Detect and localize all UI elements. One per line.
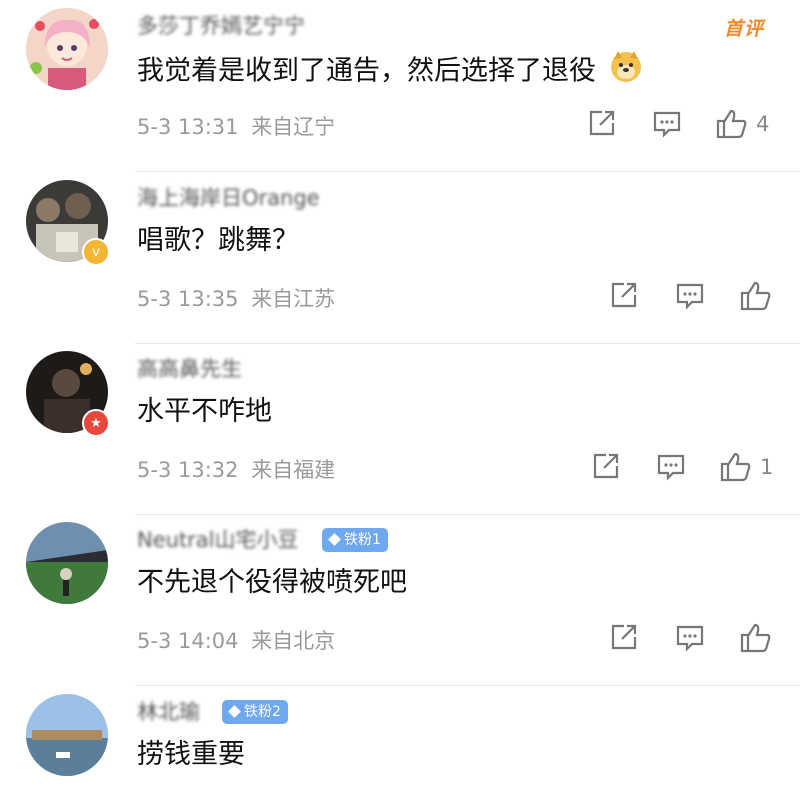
username[interactable]: 海上海岸日Orange [137,184,320,212]
comment-text-body: 我觉着是收到了通告，然后选择了退役 [137,55,596,87]
diamond-icon [228,705,241,718]
diamond-icon [328,533,341,546]
like-button[interactable]: 4 [716,109,769,139]
comment-item: v 海上海岸日Orange 唱歌？跳舞？ 5-3 13:35 来自江苏 [0,172,800,344]
comment-text: 我觉着是收到了通告，然后选择了退役 [137,49,643,95]
share-button[interactable] [588,109,616,137]
avatar[interactable] [26,522,108,604]
username[interactable]: 多莎丁乔嫣艺宁宁 [137,12,305,40]
username[interactable]: Neutral山宅小豆 [137,526,299,554]
share-icon [611,624,637,650]
comment-location: 来自北京 [251,629,336,653]
comment-item: 多莎丁乔嫣艺宁宁 首评 我觉着是收到了通告，然后选择了退役 5-3 13:31 … [0,0,800,172]
comment-item: ★ 高高鼻先生 水平不咋地 5-3 13:32 来自福建 1 [0,343,800,515]
comment-date: 5-3 13:31 [137,115,239,139]
comment-list: 多莎丁乔嫣艺宁宁 首评 我觉着是收到了通告，然后选择了退役 5-3 13:31 … [0,0,800,786]
comment-location: 来自福建 [251,458,336,482]
like-icon [740,281,771,311]
like-icon [720,452,751,482]
doge-emoji-icon [609,49,643,95]
fan-badge: 铁粉1 [322,528,388,552]
comment-text: 唱歌？跳舞？ [137,225,299,256]
first-comment-tag: 首评 [723,18,764,40]
share-button[interactable] [610,623,638,651]
verified-badge-icon: v [82,238,110,266]
comment-meta: 5-3 14:04 来自北京 [137,626,335,656]
comment-icon [653,111,681,138]
comment-date: 5-3 14:04 [137,629,239,653]
comment-meta: 5-3 13:35 来自江苏 [137,284,335,314]
username[interactable]: 林北瑜 [137,698,200,726]
like-icon [740,623,771,653]
avatar[interactable] [26,8,108,90]
like-icon [716,109,747,139]
comment-meta: 5-3 13:32 来自福建 [137,455,335,485]
comment-item: Neutral山宅小豆 铁粉1 不先退个役得被喷死吧 5-3 14:04 来自北… [0,514,800,686]
comment-button[interactable] [675,281,705,311]
comment-location: 来自辽宁 [251,115,336,139]
like-count: 4 [756,112,770,136]
comment-text: 捞钱重要 [137,739,245,770]
comment-icon [676,283,704,310]
comment-meta: 5-3 13:31 来自辽宁 [137,112,335,142]
like-count: 1 [760,455,774,479]
share-button[interactable] [610,281,638,309]
share-button[interactable] [592,452,620,480]
comment-date: 5-3 13:35 [137,287,239,311]
comment-button[interactable] [652,109,682,139]
verified-badge-icon: ★ [82,409,110,437]
comment-button[interactable] [675,623,705,653]
like-button[interactable] [740,281,780,311]
like-button[interactable]: 1 [720,452,773,482]
fan-badge: 铁粉2 [222,700,288,724]
comment-icon [657,454,685,481]
comment-location: 来自江苏 [251,287,336,311]
share-icon [593,453,619,479]
comment-item: 林北瑜 铁粉2 捞钱重要 [0,686,800,786]
like-button[interactable] [740,623,780,653]
avatar[interactable] [26,694,108,776]
comment-text: 水平不咋地 [137,396,272,427]
comment-icon [676,625,704,652]
comment-date: 5-3 13:32 [137,458,239,482]
comment-button[interactable] [656,452,686,482]
comment-text: 不先退个役得被喷死吧 [137,567,407,598]
share-icon [611,282,637,308]
username[interactable]: 高高鼻先生 [137,355,242,383]
share-icon [589,110,615,136]
